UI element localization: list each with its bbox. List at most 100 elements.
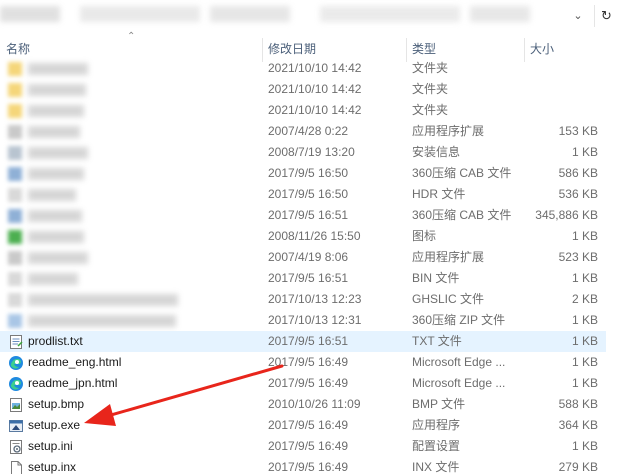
inf-icon <box>8 146 22 160</box>
file-date: 2017/9/5 16:50 <box>268 187 349 201</box>
file-name: readme_jpn.html <box>28 376 118 390</box>
file-type: GHSLIC 文件 <box>412 292 485 306</box>
file-row[interactable]: 2017/9/5 16:51 360压缩 CAB 文件 345,886 KB <box>0 205 606 226</box>
file-row[interactable]: 2021/10/10 14:42 文件夹 <box>0 100 606 121</box>
file-row[interactable]: setup.ini 2017/9/5 16:49 配置设置 1 KB <box>0 436 606 457</box>
dll-icon <box>8 125 22 139</box>
file-row[interactable]: 2017/10/13 12:31 360压缩 ZIP 文件 1 KB <box>0 310 606 331</box>
file-date: 2007/4/28 0:22 <box>268 124 349 138</box>
file-size: 1 KB <box>571 271 598 285</box>
file-type: HDR 文件 <box>412 187 466 201</box>
file-size: 1 KB <box>571 229 598 243</box>
file-type: BMP 文件 <box>412 397 466 411</box>
exe-icon <box>9 420 23 432</box>
file-row[interactable]: setup.bmp 2010/10/26 11:09 BMP 文件 588 KB <box>0 394 606 415</box>
blurred-file-name <box>28 189 76 201</box>
blurred-path-segment <box>80 6 200 22</box>
blurred-file-name <box>28 105 84 117</box>
blurred-path-segment <box>0 6 60 22</box>
file-type: 文件夹 <box>412 103 449 117</box>
file-row[interactable]: prodlist.txt 2017/9/5 16:51 TXT 文件 1 KB <box>0 331 606 352</box>
file-type: 文件夹 <box>412 82 449 96</box>
file-date: 2017/9/5 16:49 <box>268 418 349 432</box>
file-type: 360压缩 ZIP 文件 <box>412 313 506 327</box>
file-row[interactable]: 2017/9/5 16:50 HDR 文件 536 KB <box>0 184 606 205</box>
blurred-file-name <box>28 294 178 306</box>
file-row[interactable]: 2017/9/5 16:50 360压缩 CAB 文件 586 KB <box>0 163 606 184</box>
blurred-file-name <box>28 231 84 243</box>
file-row[interactable]: 2007/4/19 8:06 应用程序扩展 523 KB <box>0 247 606 268</box>
bmp-icon <box>10 398 22 412</box>
file-size: 1 KB <box>571 355 598 369</box>
file-type: 应用程序扩展 <box>412 124 485 138</box>
file-size: 1 KB <box>571 334 598 348</box>
folder-icon <box>8 104 22 118</box>
file-icon <box>11 461 22 474</box>
blurred-file-name <box>28 315 176 327</box>
chevron-down-icon[interactable]: ⌄ <box>570 8 586 24</box>
file-date: 2017/9/5 16:51 <box>268 271 349 285</box>
blurred-path-segment <box>470 6 530 22</box>
file-date: 2021/10/10 14:42 <box>268 103 362 117</box>
file-size: 536 KB <box>558 187 598 201</box>
file-row[interactable]: 2021/10/10 14:42 文件夹 <box>0 58 606 79</box>
file-row[interactable]: 2017/9/5 16:51 BIN 文件 1 KB <box>0 268 606 289</box>
file-type: 360压缩 CAB 文件 <box>412 208 512 222</box>
file-name: setup.ini <box>28 439 73 453</box>
file-row[interactable]: readme_eng.html 2017/9/5 16:49 Microsoft E… <box>0 352 606 373</box>
blurred-file-name <box>28 168 84 180</box>
blurred-file-name <box>28 63 88 75</box>
file-size: 279 KB <box>558 460 598 474</box>
file-name: setup.bmp <box>28 397 85 411</box>
file-row[interactable]: 2021/10/10 14:42 文件夹 <box>0 79 606 100</box>
file-type: 配置设置 <box>412 439 461 453</box>
dll-icon <box>8 251 22 265</box>
file-date: 2017/9/5 16:51 <box>268 334 349 348</box>
file-row[interactable]: 2008/11/26 15:50 图标 1 KB <box>0 226 606 247</box>
file-row[interactable]: setup.exe 2017/9/5 16:49 应用程序 364 KB <box>0 415 606 436</box>
file-date: 2017/9/5 16:49 <box>268 355 349 369</box>
blurred-file-name <box>28 147 88 159</box>
file-row[interactable]: readme_jpn.html 2017/9/5 16:49 Microsoft E… <box>0 373 606 394</box>
file-size: 1 KB <box>571 439 598 453</box>
folder-icon <box>8 83 22 97</box>
file-type: Microsoft Edge ... <box>412 355 506 369</box>
file-type: BIN 文件 <box>412 271 460 285</box>
file-date: 2017/9/5 16:49 <box>268 460 349 474</box>
file-icon <box>8 293 22 307</box>
file-name: readme_eng.html <box>28 355 122 369</box>
file-date: 2021/10/10 14:42 <box>268 82 362 96</box>
file-type: INX 文件 <box>412 460 460 474</box>
file-size: 1 KB <box>571 376 598 390</box>
folder-icon <box>8 62 22 76</box>
file-date: 2017/9/5 16:49 <box>268 439 349 453</box>
file-name: setup.exe <box>28 418 81 432</box>
blurred-path-segment <box>210 6 290 22</box>
file-row[interactable]: 2007/4/28 0:22 应用程序扩展 153 KB <box>0 121 606 142</box>
zip-icon <box>8 314 22 328</box>
file-type: 文件夹 <box>412 61 449 75</box>
file-date: 2021/10/10 14:42 <box>268 61 362 75</box>
file-row[interactable]: setup.inx 2017/9/5 16:49 INX 文件 279 KB <box>0 457 606 474</box>
file-date: 2007/4/19 8:06 <box>268 250 349 264</box>
scrollbar[interactable] <box>606 34 618 474</box>
address-bar[interactable]: ⌄ ↻ <box>0 0 618 34</box>
blurred-file-name <box>28 84 86 96</box>
refresh-icon[interactable]: ↻ <box>594 5 618 27</box>
file-row[interactable]: 2008/7/19 13:20 安装信息 1 KB <box>0 142 606 163</box>
file-name: prodlist.txt <box>28 334 83 348</box>
ini-icon <box>10 440 22 454</box>
file-icon <box>8 272 22 286</box>
file-icon <box>8 188 22 202</box>
file-size: 588 KB <box>558 397 598 411</box>
file-size: 153 KB <box>558 124 598 138</box>
file-type: 安装信息 <box>412 145 461 159</box>
file-size: 1 KB <box>571 313 598 327</box>
file-date: 2010/10/26 11:09 <box>268 397 361 411</box>
file-date: 2017/9/5 16:49 <box>268 376 349 390</box>
file-size: 364 KB <box>558 418 598 432</box>
blurred-file-name <box>28 273 78 285</box>
edge-icon <box>9 356 23 370</box>
file-row[interactable]: 2017/10/13 12:23 GHSLIC 文件 2 KB <box>0 289 606 310</box>
file-type: Microsoft Edge ... <box>412 376 506 390</box>
